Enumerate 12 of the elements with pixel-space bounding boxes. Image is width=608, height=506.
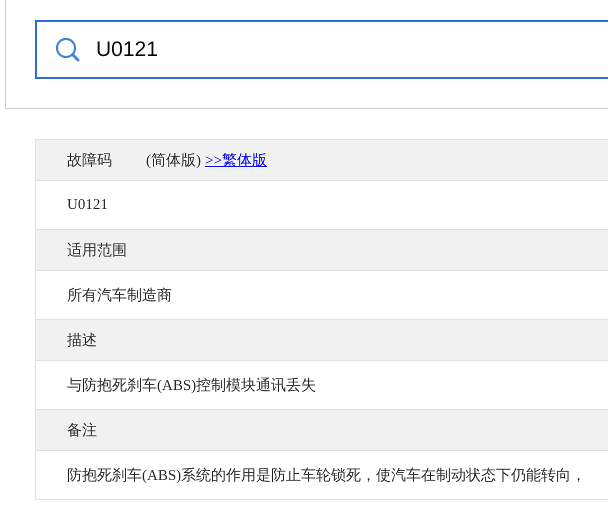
section-label: 备注 — [67, 422, 97, 440]
traditional-version-link[interactable]: >>繁体版 — [205, 150, 267, 170]
search-field[interactable]: U0121 — [35, 20, 608, 79]
section-label: 适用范围 — [67, 242, 127, 260]
section-label: 描述 — [67, 332, 97, 350]
section-value: 所有汽车制造商 — [67, 286, 172, 304]
section-value: 与防抱死刹车(ABS)控制模块通讯丢失 — [67, 376, 316, 394]
section-value: 防抱死刹车(ABS)系统的作用是防止车轮锁死，使汽车在制动状态下仍能转向， — [67, 466, 586, 484]
version-note: (简体版) — [146, 152, 201, 170]
section-label: 故障码 — [67, 152, 112, 170]
search-icon — [55, 37, 81, 63]
section-value: U0121 — [67, 196, 108, 214]
